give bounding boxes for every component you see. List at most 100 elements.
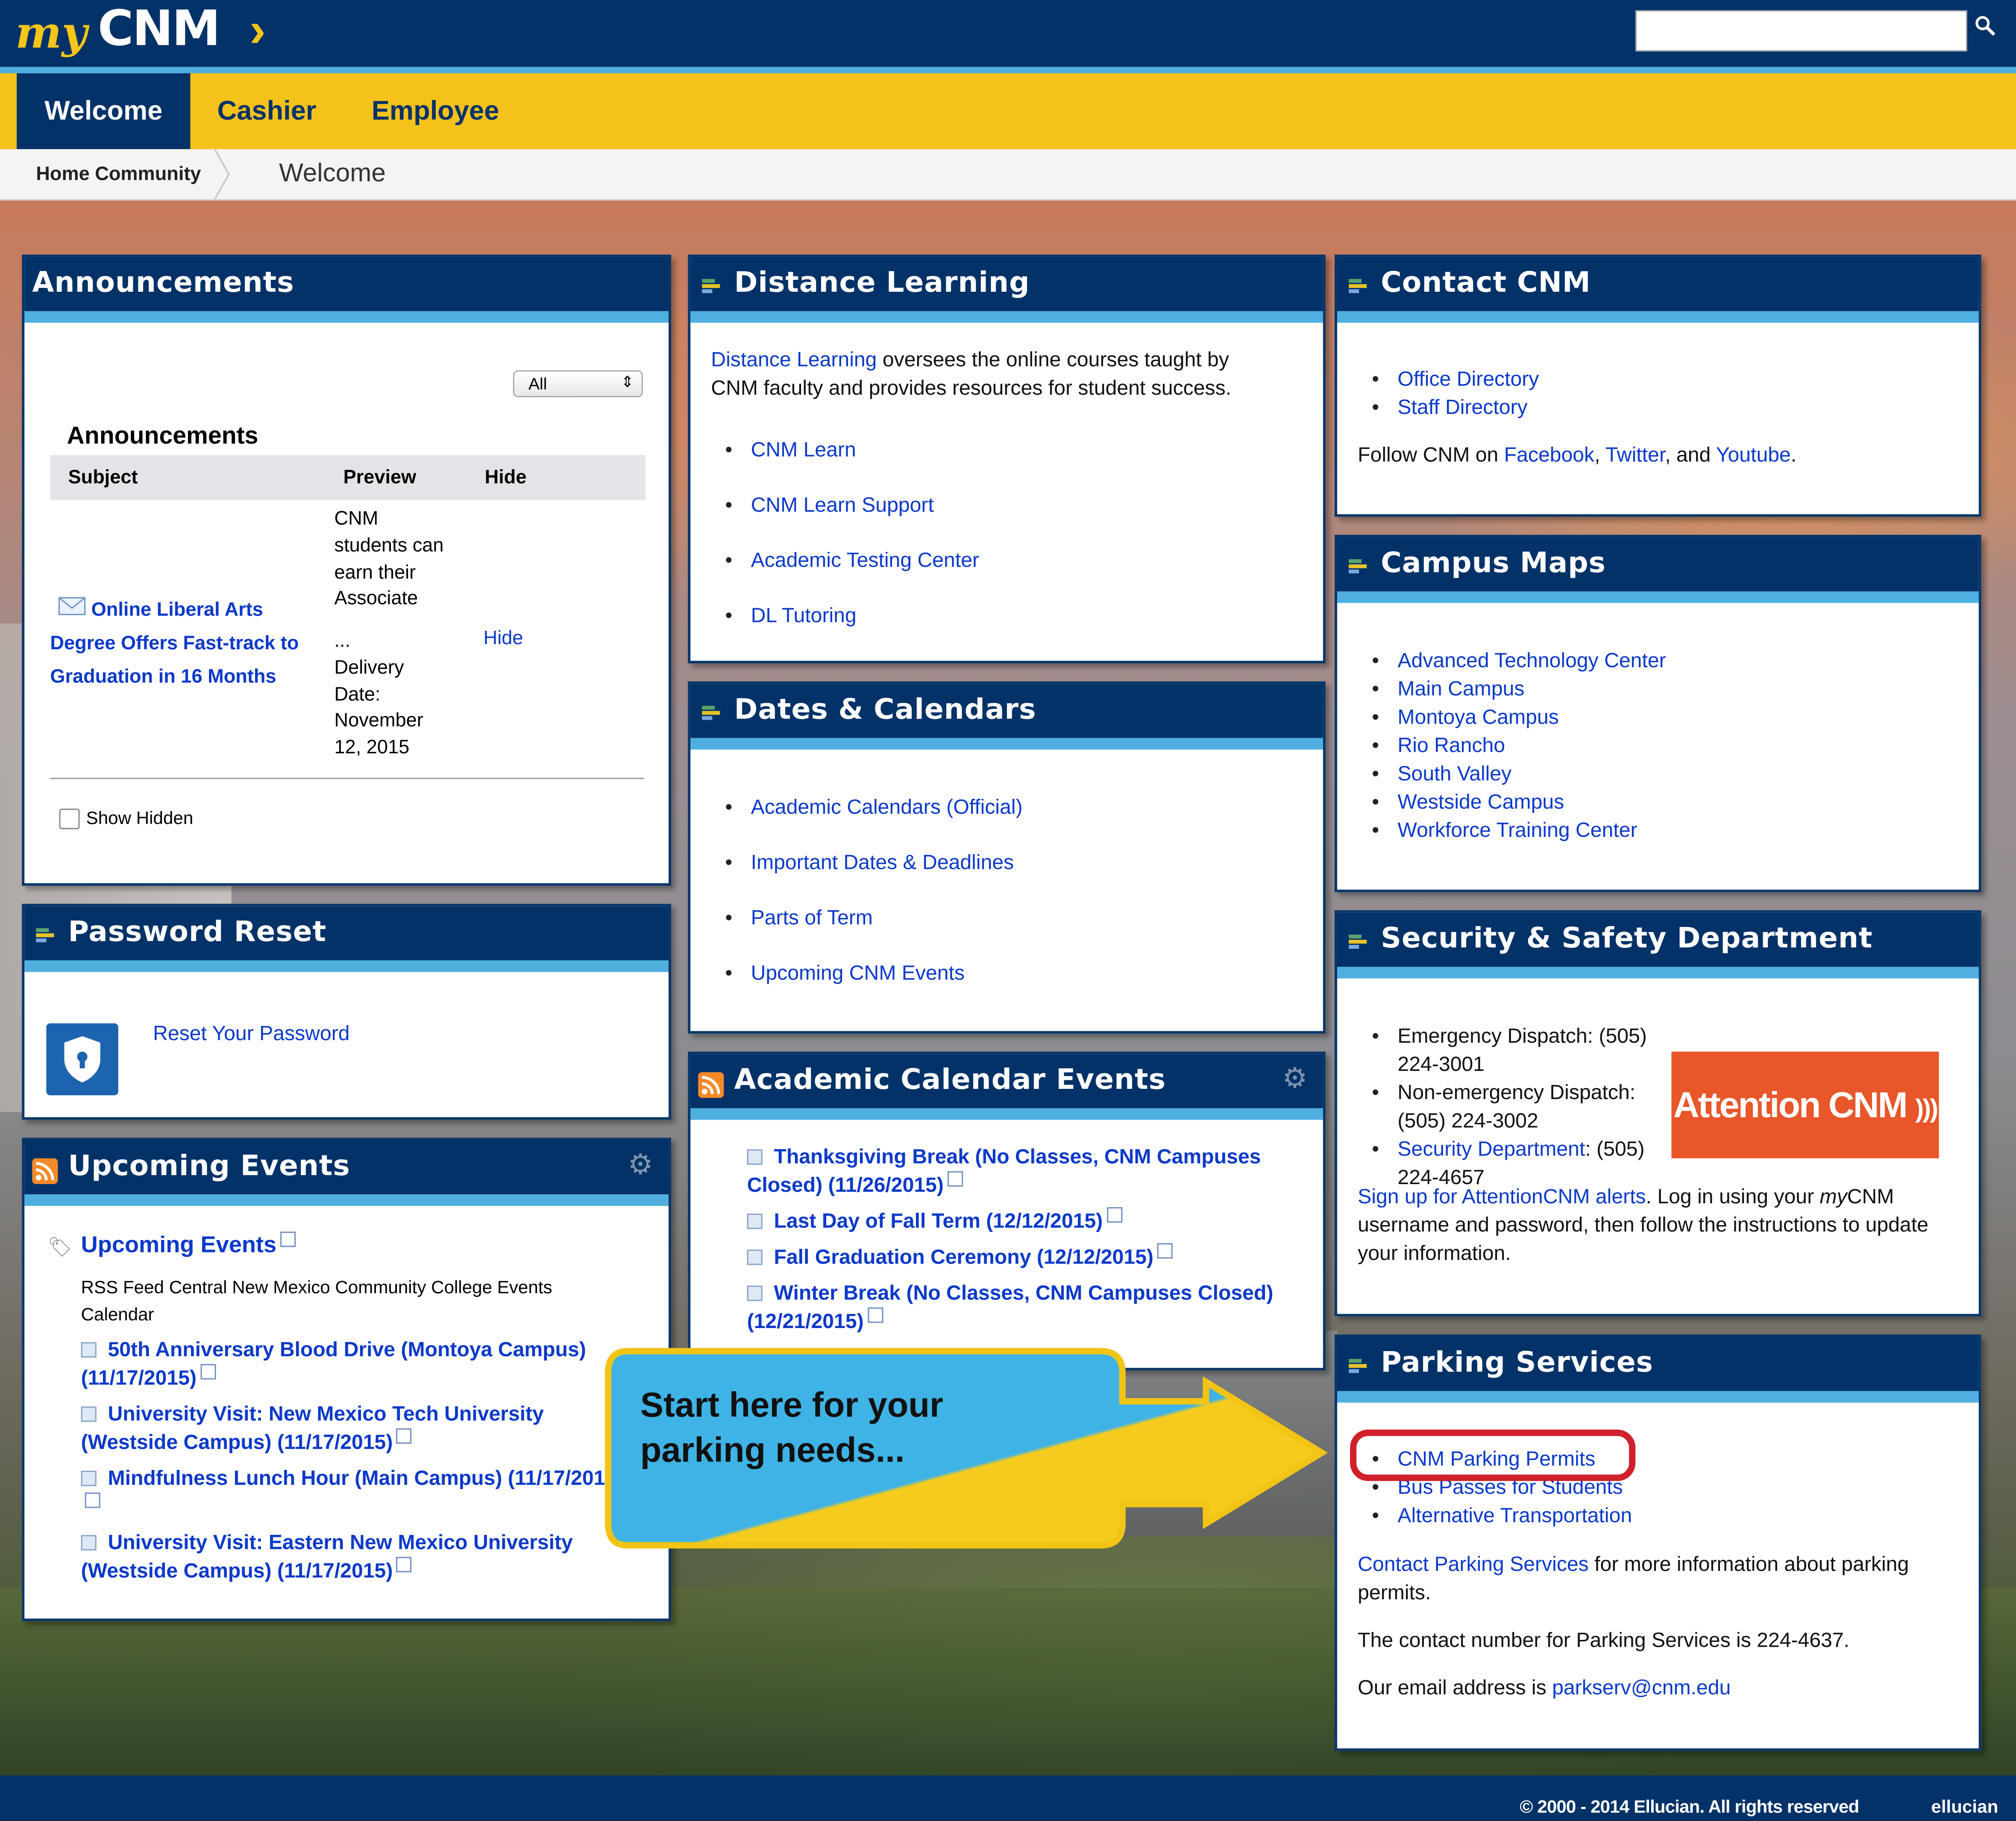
cnm-learn-link[interactable]: CNM Learn (751, 440, 856, 461)
event-link[interactable]: Fall Graduation Ceremony (12/12/2015) (774, 1247, 1153, 1269)
expand-icon[interactable] (81, 1406, 97, 1422)
event-item[interactable]: University Visit: New Mexico Tech Univer… (81, 1401, 634, 1457)
campus-link[interactable]: Montoya Campus (1397, 707, 1558, 729)
twitter-link[interactable]: Twitter (1605, 445, 1665, 466)
list-item: CNM Learn (712, 423, 979, 478)
important-dates-link[interactable]: Important Dates & Deadlines (751, 852, 1014, 874)
event-link[interactable]: Last Day of Fall Term (12/12/2015) (774, 1211, 1103, 1233)
shield-icon[interactable] (46, 1023, 118, 1096)
event-link[interactable]: Winter Break (No Classes, CNM Campuses C… (747, 1283, 1274, 1333)
expand-icon[interactable] (747, 1214, 763, 1229)
breadcrumb-separator-icon (214, 149, 230, 199)
academic-calendars-link[interactable]: Academic Calendars (Official) (751, 797, 1023, 819)
broadcast-icon: ))) (1915, 1095, 1938, 1124)
external-link-icon (947, 1171, 963, 1187)
attention-signup-link[interactable]: Sign up for AttentionCNM alerts (1358, 1187, 1646, 1208)
dl-tutoring-link[interactable]: DL Tutoring (751, 606, 857, 628)
announcements-filter-select[interactable]: All ⇕ (513, 370, 643, 397)
academic-testing-center-link[interactable]: Academic Testing Center (751, 550, 979, 572)
contact-parking-link[interactable]: Contact Parking Services (1358, 1554, 1589, 1576)
event-link[interactable]: University Visit: New Mexico Tech Univer… (81, 1404, 544, 1454)
list-item: Westside Campus (1359, 789, 1666, 818)
portlet-icon (702, 706, 720, 721)
youtube-link[interactable]: Youtube (1716, 445, 1791, 466)
panel-header: Distance Learning (690, 257, 1323, 323)
feed-title-text: Upcoming Events (81, 1232, 277, 1258)
list-item: Important Dates & Deadlines (712, 836, 1022, 891)
cnm-learn-support-link[interactable]: CNM Learn Support (751, 495, 934, 517)
search-input[interactable] (1635, 10, 1967, 52)
feed-title-link[interactable]: Upcoming Events (81, 1232, 296, 1258)
announcement-subject-link[interactable]: Online Liberal Arts Degree Offers Fast-t… (50, 594, 320, 694)
gear-icon[interactable]: ⚙ (628, 1148, 653, 1182)
office-directory-link[interactable]: Office Directory (1397, 369, 1539, 391)
parking-email-link[interactable]: parkserv@cnm.edu (1552, 1678, 1731, 1700)
column-header-subject[interactable]: Subject (68, 466, 138, 488)
campus-link[interactable]: Main Campus (1397, 679, 1524, 701)
reset-password-link[interactable]: Reset Your Password (153, 1023, 349, 1047)
expand-icon[interactable] (747, 1249, 763, 1265)
event-link[interactable]: 50th Anniversary Blood Drive (Montoya Ca… (81, 1340, 586, 1390)
event-item[interactable]: Winter Break (No Classes, CNM Campuses C… (747, 1281, 1313, 1337)
logo-my: my (15, 8, 87, 59)
campus-link[interactable]: Westside Campus (1397, 792, 1564, 814)
distance-learning-link[interactable]: Distance Learning (711, 350, 877, 372)
list-item: Office Directory (1359, 367, 1539, 395)
portlet-icon (1349, 559, 1367, 575)
column-header-hide[interactable]: Hide (485, 466, 527, 488)
hide-link[interactable]: Hide (484, 628, 523, 649)
tab-cashier[interactable]: Cashier (217, 73, 317, 150)
staff-directory-link[interactable]: Staff Directory (1397, 397, 1527, 419)
list-item: Workforce Training Center (1359, 818, 1666, 846)
event-item[interactable]: Last Day of Fall Term (12/12/2015) (747, 1207, 1313, 1237)
campus-link[interactable]: Advanced Technology Center (1397, 651, 1666, 672)
event-item[interactable]: University Visit: Eastern New Mexico Uni… (81, 1530, 634, 1586)
event-item[interactable]: Mindfulness Lunch Hour (Main Campus) (11… (81, 1466, 634, 1522)
expand-icon[interactable] (747, 1285, 763, 1301)
event-item[interactable]: 50th Anniversary Blood Drive (Montoya Ca… (81, 1337, 634, 1393)
distance-learning-panel: Distance Learning Distance Learning over… (688, 254, 1326, 663)
panel-header: Upcoming Events ⚙ (24, 1140, 669, 1206)
academic-calendar-events-panel: Academic Calendar Events ⚙ Thanksgiving … (688, 1051, 1326, 1371)
follow-cnm-text: Follow CNM on Facebook, Twitter, and You… (1358, 442, 1796, 470)
list-item: Academic Testing Center (712, 534, 979, 589)
alternative-transportation-link[interactable]: Alternative Transportation (1397, 1505, 1632, 1527)
dates-calendars-panel: Dates & Calendars Academic Calendars (Of… (688, 681, 1326, 1034)
tab-employee[interactable]: Employee (372, 73, 499, 150)
event-item[interactable]: Thanksgiving Break (No Classes, CNM Camp… (747, 1144, 1313, 1201)
campus-link[interactable]: South Valley (1397, 764, 1511, 786)
portlet-icon (1349, 279, 1367, 294)
upcoming-events-panel: Upcoming Events ⚙ 🏷 Upcoming Events RSS … (22, 1138, 672, 1622)
panel-title: Dates & Calendars (734, 694, 1036, 727)
preview-line: Associate (334, 588, 418, 610)
show-hidden-checkbox[interactable] (59, 809, 80, 830)
breadcrumb-home[interactable]: Home Community (36, 163, 201, 185)
search-icon[interactable] (1975, 15, 1995, 42)
expand-icon[interactable] (81, 1470, 97, 1487)
gear-icon[interactable]: ⚙ (1282, 1062, 1307, 1095)
campus-link[interactable]: Workforce Training Center (1397, 820, 1637, 842)
feed-description: RSS Feed Central New Mexico Community Co… (81, 1276, 552, 1324)
parking-email-text: Our email address is parkserv@cnm.edu (1358, 1675, 1731, 1704)
attention-cnm-banner[interactable]: Attention CNM ))) (1671, 1051, 1939, 1158)
event-link[interactable]: Mindfulness Lunch Hour (Main Campus) (11… (108, 1468, 623, 1490)
event-link[interactable]: University Visit: Eastern New Mexico Uni… (81, 1532, 573, 1582)
show-hidden-label: Show Hidden (86, 807, 194, 828)
security-safety-panel: Security & Safety Department Emergency D… (1334, 910, 1981, 1317)
event-item[interactable]: Fall Graduation Ceremony (12/12/2015) (747, 1243, 1313, 1273)
column-header-preview[interactable]: Preview (343, 466, 417, 488)
upcoming-cnm-events-link[interactable]: Upcoming CNM Events (751, 963, 965, 985)
tab-welcome[interactable]: Welcome (17, 73, 191, 150)
nonemergency-phone: (505) 224-3002 (1397, 1111, 1538, 1133)
panel-title: Upcoming Events (68, 1150, 350, 1183)
security-department-link[interactable]: Security Department (1397, 1139, 1585, 1161)
campus-link[interactable]: Rio Rancho (1397, 735, 1505, 757)
event-link[interactable]: Thanksgiving Break (No Classes, CNM Camp… (747, 1147, 1261, 1197)
parts-of-term-link[interactable]: Parts of Term (751, 908, 873, 930)
attention-label: Attention CNM (1673, 1085, 1908, 1125)
expand-icon[interactable] (747, 1149, 763, 1165)
expand-icon[interactable] (81, 1342, 97, 1358)
panel-title: Contact CNM (1381, 267, 1591, 300)
facebook-link[interactable]: Facebook (1504, 445, 1594, 466)
expand-icon[interactable] (81, 1535, 97, 1551)
